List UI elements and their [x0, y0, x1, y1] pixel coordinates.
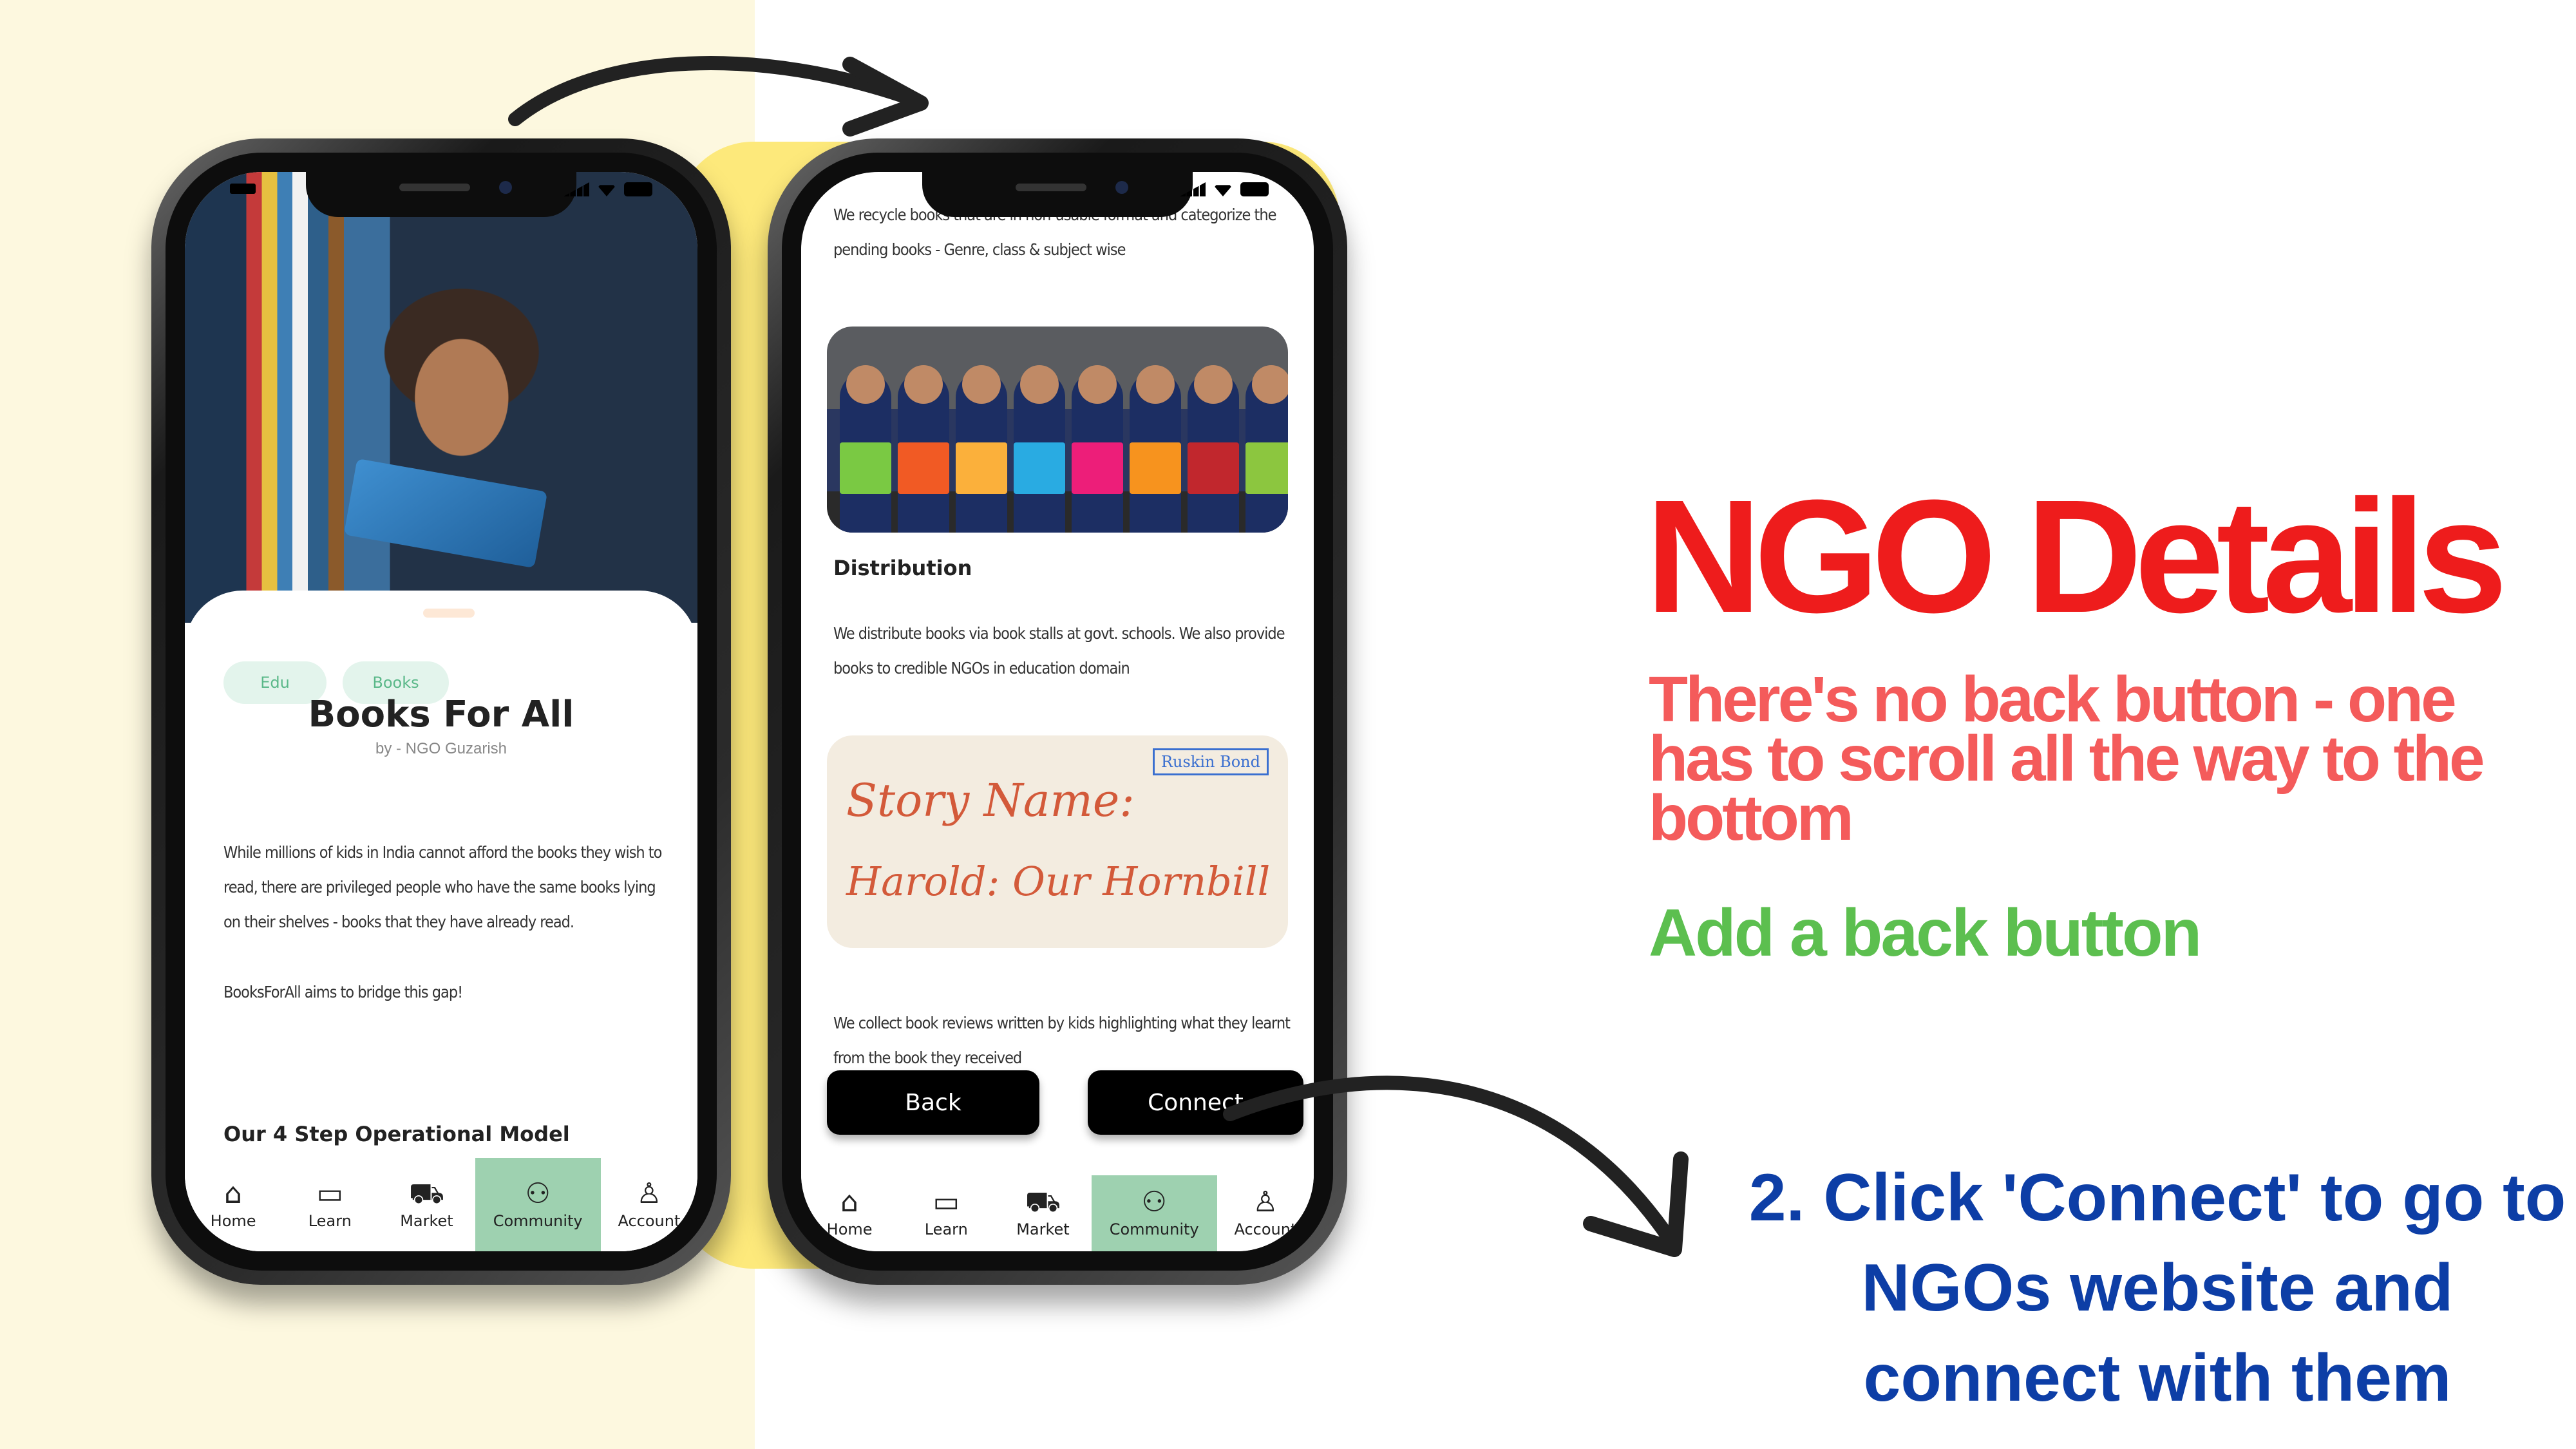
notch	[922, 172, 1193, 217]
nav-item-home[interactable]: ⌂ Home	[801, 1175, 898, 1251]
kids-with-books-photo	[827, 327, 1288, 533]
connect-arrow	[1223, 1075, 1689, 1257]
nav-label: Home	[826, 1220, 873, 1238]
ngo-byline: by - NGO Guzarish	[375, 740, 507, 757]
nav-label: Market	[400, 1211, 453, 1230]
nav-label: Learn	[924, 1220, 968, 1238]
cart-icon: ⛟	[408, 1177, 445, 1210]
cart-icon: ⛟	[1025, 1186, 1061, 1218]
section-heading: Our 4 Step Operational Model	[223, 1122, 570, 1146]
top-arrow	[508, 56, 929, 137]
status-bar	[564, 182, 652, 196]
distribution-text: We distribute books via book stalls at g…	[833, 624, 1285, 677]
battery-icon	[624, 182, 652, 196]
store-icon: ⌂	[840, 1186, 859, 1218]
nav-label: Market	[1016, 1220, 1070, 1238]
annotation-issue: There's no back button - one has to scro…	[1649, 663, 2485, 854]
status-bar	[1180, 182, 1269, 196]
notch	[306, 172, 576, 217]
nav-label: Home	[210, 1211, 256, 1230]
phone-screen: Edu Books Books For All by - NGO Guzaris…	[185, 172, 697, 1251]
annotation-title: NGO Details	[1645, 466, 2508, 646]
back-button[interactable]: Back	[827, 1070, 1039, 1135]
distribution-heading: Distribution	[833, 556, 972, 580]
bottom-nav: ⌂ Home ▭ Learn ⛟ Market ⚇ Community ♙ Account	[185, 1158, 697, 1251]
nav-item-learn[interactable]: ▭ Learn	[281, 1158, 378, 1251]
signal-icon	[564, 182, 589, 196]
book-open-icon: ▭	[316, 1177, 344, 1210]
nav-item-home[interactable]: ⌂ Home	[185, 1158, 281, 1251]
phone-ngo-overview: Edu Books Books For All by - NGO Guzaris…	[151, 138, 731, 1285]
nav-item-community[interactable]: ⚇ Community	[475, 1158, 601, 1251]
hero-photo	[185, 172, 697, 623]
nav-item-market[interactable]: ⛟ Market	[994, 1175, 1091, 1251]
nav-label: Account	[618, 1211, 681, 1230]
nav-label: Community	[493, 1211, 583, 1230]
community-icon: ⚇	[1141, 1186, 1167, 1218]
user-icon: ♙	[636, 1177, 662, 1210]
nav-item-learn[interactable]: ▭ Learn	[898, 1175, 994, 1251]
review-story-title: Harold: Our Hornbill	[846, 858, 1271, 905]
book-open-icon: ▭	[933, 1186, 960, 1218]
review-story-line: Story Name:	[846, 774, 1135, 827]
nav-item-account[interactable]: ♙ Account	[601, 1158, 697, 1251]
ngo-description: While millions of kids in India cannot a…	[223, 843, 662, 931]
store-icon: ⌂	[224, 1177, 243, 1210]
annotation-fix: Add a back button	[1649, 896, 2202, 971]
wifi-icon	[597, 185, 616, 196]
ngo-title: Books For All	[308, 694, 574, 735]
nav-label: Learn	[308, 1211, 352, 1230]
nav-label: Community	[1109, 1220, 1199, 1238]
nav-item-community[interactable]: ⚇ Community	[1091, 1175, 1217, 1251]
book-review-photo: Ruskin Bond Story Name: Harold: Our Horn…	[827, 735, 1288, 948]
review-author-label: Ruskin Bond	[1152, 748, 1269, 775]
nav-item-market[interactable]: ⛟ Market	[378, 1158, 475, 1251]
time-indicator	[230, 184, 256, 194]
signal-icon	[1180, 182, 1206, 196]
annotation-step: 2. Click 'Connect' to go to NGOs website…	[1748, 1160, 2566, 1416]
battery-icon	[1240, 182, 1269, 196]
ngo-tagline: BooksForAll aims to bridge this gap!	[223, 983, 463, 1001]
community-icon: ⚇	[525, 1177, 551, 1210]
sheet-handle[interactable]	[423, 609, 475, 618]
wifi-icon	[1213, 185, 1233, 196]
